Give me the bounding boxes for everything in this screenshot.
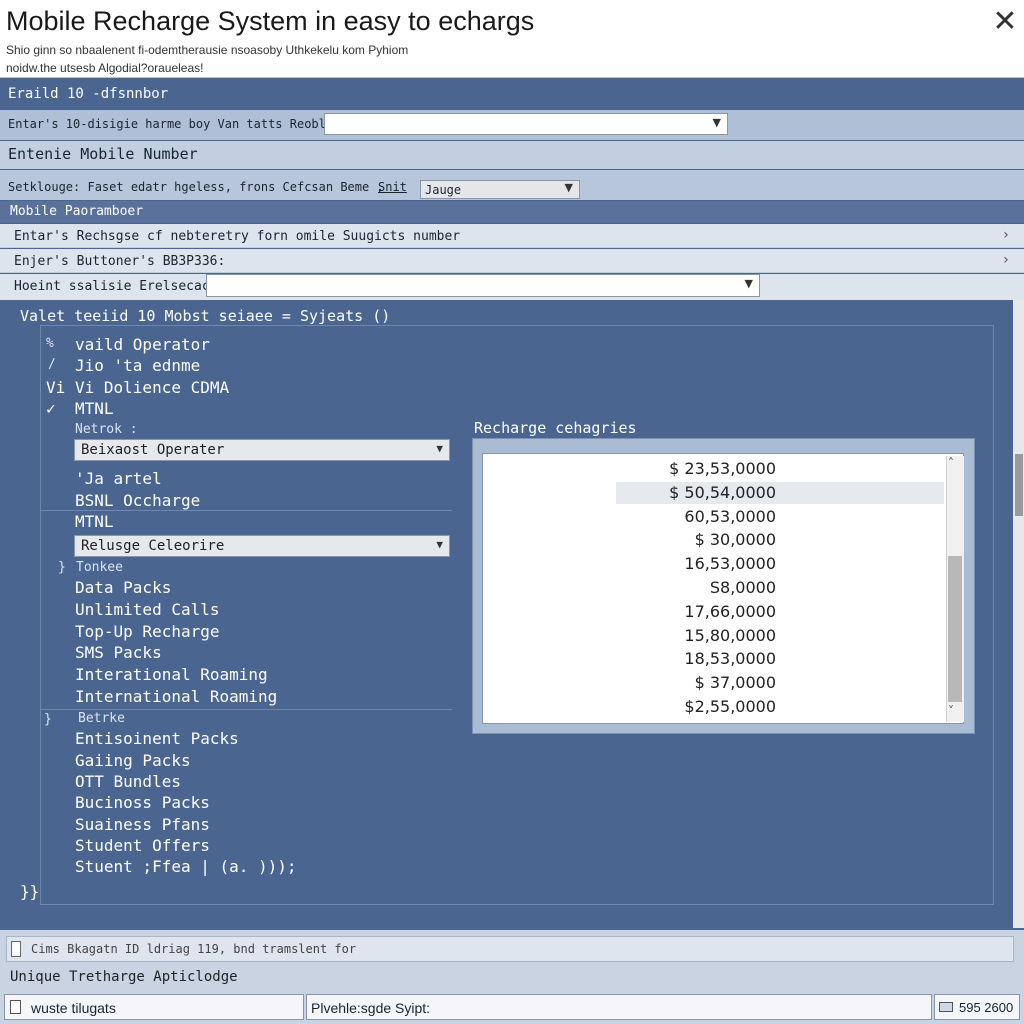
recharge-row-1[interactable]: Entar's Rechsgse cf nebteretry forn omil…	[0, 224, 1024, 248]
amount-item[interactable]: 18,53,0000	[684, 649, 776, 668]
settings-select[interactable]: Jauge ▼	[420, 180, 580, 199]
panel-header: Valet teeiid 10 Mobst seiaee = Syjeats (…	[20, 307, 391, 325]
document-icon	[10, 1000, 21, 1014]
category-select-value: Relusge Celeorire	[81, 538, 225, 554]
settings-link[interactable]: Snit	[378, 180, 407, 194]
divider	[40, 510, 452, 511]
enter-number-label: Entar's 10-disigie harme boy Van tatts R…	[8, 117, 341, 131]
chevron-right-icon[interactable]: ›	[1002, 252, 1010, 268]
plan-item[interactable]: Entisoinent Packs	[75, 729, 239, 748]
plan-item[interactable]: Student Offers	[75, 836, 210, 855]
amount-item[interactable]: 17,66,0000	[684, 602, 776, 621]
list-scrollbar-thumb[interactable]	[948, 556, 962, 702]
chevron-down-icon[interactable]: ▼	[713, 116, 721, 129]
amount-item[interactable]: 15,80,0000	[684, 626, 776, 645]
operator-item[interactable]: vaild Operator	[75, 335, 210, 354]
status-line-2: Unique Tretharge Apticlodge	[10, 969, 238, 985]
status-line-1: Cims Bkagatn ID ldriag 119, bnd tramslen…	[6, 936, 1014, 962]
operator-mark-2: /	[48, 357, 56, 372]
right-status-text: 595 2600	[959, 1000, 1014, 1015]
group-1-mark: }	[58, 560, 66, 575]
subtitle-line-1: Shio ginn so nbaalenent fi-odemtherausie…	[6, 43, 409, 57]
operator-item[interactable]: MTNL	[75, 399, 114, 418]
amount-item[interactable]: 60,53,0000	[684, 507, 776, 526]
plan-item[interactable]: OTT Bundles	[75, 772, 181, 791]
category-select[interactable]: Relusge Celeorire ▼	[74, 535, 450, 557]
left-status-field[interactable]: wuste tilugats	[4, 994, 304, 1020]
right-status-field: 595 2600	[934, 994, 1020, 1020]
chevron-down-icon[interactable]: ˅	[948, 704, 954, 718]
recharge-row-2[interactable]: Enjer's Buttoner's BB3P336: ›	[0, 249, 1024, 273]
settings-select-value: Jauge	[425, 183, 462, 197]
recharge-row-1-label: Entar's Rechsgse cf nebteretry forn omil…	[14, 229, 461, 244]
amount-item[interactable]: $2,55,0000	[684, 697, 776, 716]
amount-item[interactable]: 16,53,0000	[684, 554, 776, 573]
amount-item[interactable]: S8,0000	[710, 578, 776, 597]
amount-item[interactable]: $ 30,0000	[695, 530, 776, 549]
operator-select[interactable]: Beixaost Operater ▼	[74, 439, 450, 461]
divider	[40, 709, 452, 710]
middle-status-text: Plvehle:sgde Syipt:	[311, 1000, 431, 1016]
left-status-text: wuste tilugats	[31, 1000, 116, 1016]
email-label: Eraild 10 -dfsnnbor	[0, 79, 1024, 109]
mobile-number-input[interactable]: ▼	[324, 113, 728, 135]
closing-braces: }}	[20, 882, 40, 901]
battery-icon	[11, 941, 21, 957]
operator-item[interactable]: BSNL Occharge	[75, 491, 200, 510]
app-title: Mobile Recharge System in easy to echarg…	[6, 6, 535, 36]
recharge-row-3-label: Hoeint ssalisie Erelsecaceas	[14, 279, 234, 294]
chevron-down-icon[interactable]: ▼	[565, 181, 573, 194]
subtitle-line-2: noidw.the utsesb Algodial?oraueleas!	[6, 61, 204, 75]
operator-item[interactable]: Vi Dolience CDMA	[75, 378, 229, 397]
settings-label: Setklouge: Faset edatr hgeless, frons Ce…	[8, 180, 384, 194]
operator-select-value: Beixaost Operater	[81, 442, 225, 458]
chevron-down-icon[interactable]: ▼	[436, 538, 443, 551]
categories-title: Recharge cehagries	[474, 419, 637, 437]
chevron-up-icon[interactable]: ˄	[948, 456, 954, 470]
selected-row-highlight	[616, 482, 944, 504]
panel-scrollbar-thumb[interactable]	[1015, 454, 1023, 516]
plan-item[interactable]: Bucinoss Packs	[75, 793, 210, 812]
recharge-row-2-label: Enjer's Buttoner's BB3P336:	[14, 254, 226, 269]
plan-item[interactable]: Top-Up Recharge	[75, 622, 220, 641]
group-2-mark: }	[44, 712, 52, 727]
recharge-select[interactable]: ▼	[206, 274, 760, 297]
close-icon[interactable]: ✕	[988, 6, 1022, 40]
operator-mark-3: Vi	[46, 378, 66, 397]
status-line-1-text: Cims Bkagatn ID ldriag 119, bnd tramslen…	[31, 942, 357, 956]
plan-item[interactable]: Unlimited Calls	[75, 600, 220, 619]
middle-status-field[interactable]: Plvehle:sgde Syipt:	[306, 994, 932, 1020]
chevron-down-icon[interactable]: ▼	[745, 277, 753, 290]
amount-item[interactable]: $ 50,54,0000	[669, 483, 776, 502]
mobile-parameter-label: Mobile Paoramboer	[0, 201, 1024, 223]
mobile-number-header: Entenie Mobile Number	[0, 141, 1024, 169]
plan-item[interactable]: International Roaming	[75, 687, 277, 706]
operator-item[interactable]: MTNL	[75, 512, 114, 531]
plan-item[interactable]: Stuent ;Ffea | (a. )));	[75, 857, 297, 876]
group-2-label: Betrke	[78, 711, 125, 726]
panel-scrollbar[interactable]	[1013, 300, 1024, 928]
chevron-down-icon[interactable]: ▼	[436, 442, 443, 455]
operator-item[interactable]: 'Ja artel	[75, 469, 162, 488]
operator-item[interactable]: Jio 'ta ednme	[75, 356, 200, 375]
signal-icon	[939, 1002, 953, 1012]
plan-item[interactable]: Data Packs	[75, 578, 171, 597]
plan-item[interactable]: Suainess Pfans	[75, 815, 210, 834]
network-label: Netrok :	[75, 422, 138, 437]
amount-item[interactable]: $ 23,53,0000	[669, 459, 776, 478]
group-1-label: Tonkee	[76, 560, 123, 575]
operator-mark-1: %	[46, 336, 54, 351]
check-icon: ✓	[46, 399, 56, 418]
amount-item[interactable]: $ 37,0000	[695, 673, 776, 692]
plan-item[interactable]: Interational Roaming	[75, 665, 268, 684]
chevron-right-icon[interactable]: ›	[1002, 227, 1010, 243]
plan-item[interactable]: SMS Packs	[75, 643, 162, 662]
plan-item[interactable]: Gaiing Packs	[75, 751, 191, 770]
